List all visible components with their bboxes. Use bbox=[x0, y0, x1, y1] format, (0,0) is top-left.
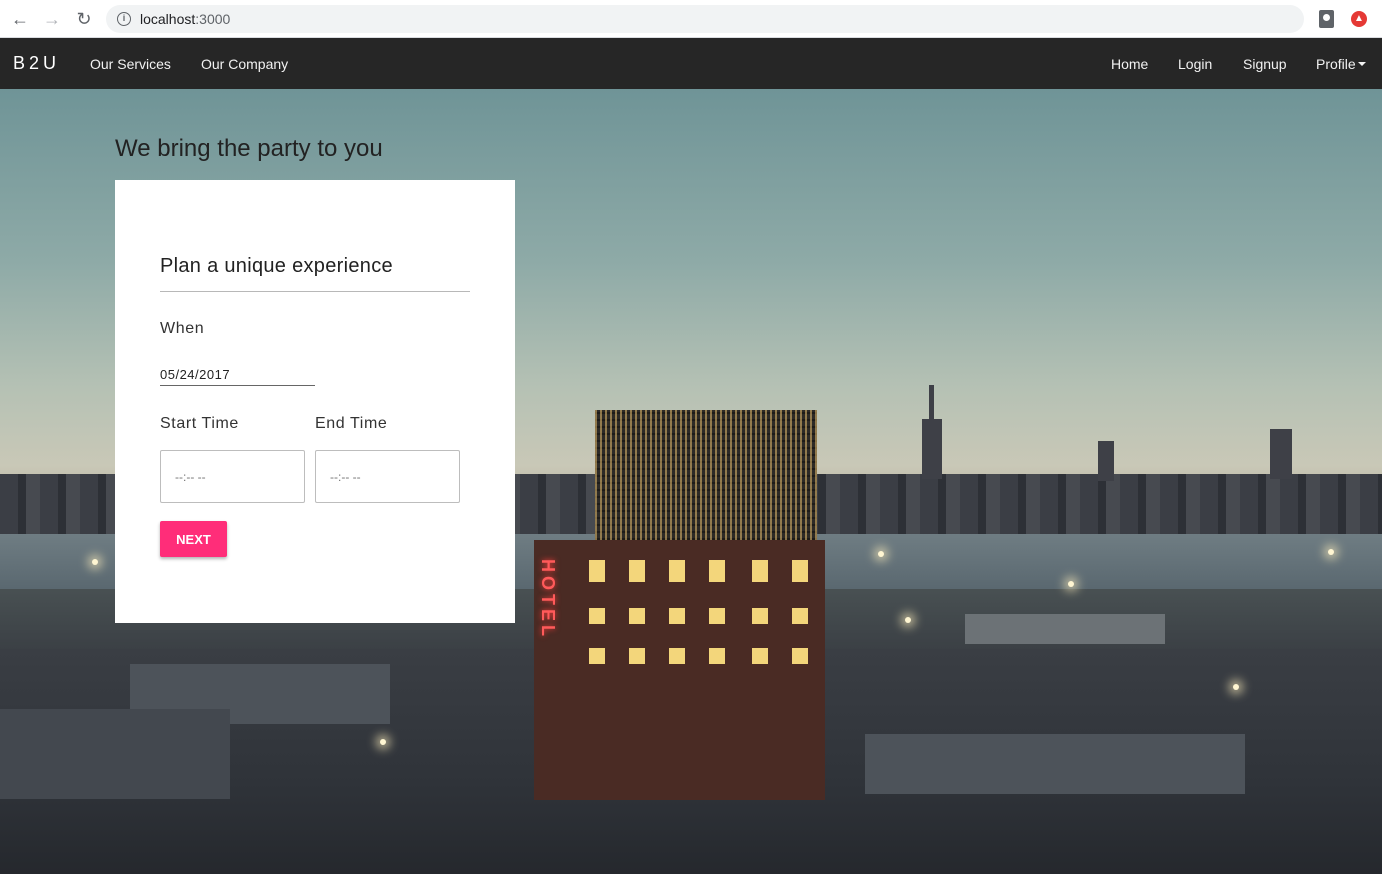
building-roof bbox=[865, 734, 1245, 794]
forward-icon[interactable]: → bbox=[42, 9, 62, 29]
plan-experience-card: Plan a unique experience When Start Time… bbox=[115, 180, 515, 623]
window bbox=[752, 648, 768, 664]
card-title: Plan a unique experience bbox=[160, 255, 393, 277]
window bbox=[669, 560, 685, 582]
clipboard-extension-icon[interactable] bbox=[1319, 10, 1334, 28]
hero-tagline: We bring the party to you bbox=[115, 135, 383, 162]
profile-label: Profile bbox=[1316, 56, 1356, 72]
nav-home[interactable]: Home bbox=[1111, 56, 1148, 72]
window bbox=[752, 560, 768, 582]
reload-icon[interactable]: ↻ bbox=[74, 9, 94, 29]
address-bar[interactable]: i localhost:3000 bbox=[106, 5, 1304, 33]
next-button[interactable]: NEXT bbox=[160, 521, 227, 557]
building-roof bbox=[0, 709, 230, 799]
street-light bbox=[92, 559, 98, 565]
when-label: When bbox=[160, 320, 205, 337]
street-light bbox=[1328, 549, 1334, 555]
window bbox=[589, 608, 605, 624]
skyscraper bbox=[1270, 429, 1292, 479]
brand-logo[interactable]: B2U bbox=[13, 53, 60, 74]
window bbox=[669, 608, 685, 624]
divider bbox=[160, 291, 470, 292]
caret-down-icon bbox=[1357, 62, 1366, 66]
window bbox=[752, 608, 768, 624]
nav-our-services[interactable]: Our Services bbox=[90, 56, 171, 72]
window bbox=[709, 608, 725, 624]
url-text: localhost:3000 bbox=[140, 11, 231, 27]
street-light bbox=[878, 551, 884, 557]
hotel-building bbox=[534, 540, 825, 800]
hotel-tower bbox=[595, 410, 817, 540]
street-light bbox=[1233, 684, 1239, 690]
end-time-input[interactable] bbox=[315, 450, 460, 503]
nav-our-company[interactable]: Our Company bbox=[201, 56, 288, 72]
nav-login[interactable]: Login bbox=[1178, 56, 1212, 72]
start-time-label: Start Time bbox=[160, 415, 239, 432]
skyscraper-spire bbox=[929, 385, 934, 421]
window bbox=[709, 560, 725, 582]
window bbox=[629, 560, 645, 582]
window bbox=[629, 608, 645, 624]
street-light bbox=[905, 617, 911, 623]
back-icon[interactable]: ← bbox=[10, 9, 30, 29]
window bbox=[792, 560, 808, 582]
skyscraper bbox=[1098, 441, 1114, 481]
hero-section: HOTEL We bring the party to you Plan a u… bbox=[0, 89, 1382, 874]
app-navbar: B2U Our Services Our Company Home Login … bbox=[0, 38, 1382, 89]
start-time-input[interactable] bbox=[160, 450, 305, 503]
end-time-label: End Time bbox=[315, 415, 388, 432]
window bbox=[589, 648, 605, 664]
browser-toolbar: ← → ↻ i localhost:3000 ▲ bbox=[0, 0, 1382, 38]
nav-profile-dropdown[interactable]: Profile bbox=[1316, 56, 1366, 72]
date-input[interactable] bbox=[160, 363, 315, 386]
window bbox=[709, 648, 725, 664]
window bbox=[792, 648, 808, 664]
street-light bbox=[380, 739, 386, 745]
window bbox=[589, 560, 605, 582]
info-icon[interactable]: i bbox=[117, 12, 131, 26]
skyscraper bbox=[922, 419, 942, 479]
building-roof bbox=[965, 614, 1165, 644]
window bbox=[669, 648, 685, 664]
hotel-neon-sign: HOTEL bbox=[538, 559, 558, 640]
window bbox=[792, 608, 808, 624]
street-light bbox=[1068, 581, 1074, 587]
upload-extension-icon[interactable]: ▲ bbox=[1351, 11, 1367, 27]
window bbox=[629, 648, 645, 664]
nav-signup[interactable]: Signup bbox=[1243, 56, 1287, 72]
